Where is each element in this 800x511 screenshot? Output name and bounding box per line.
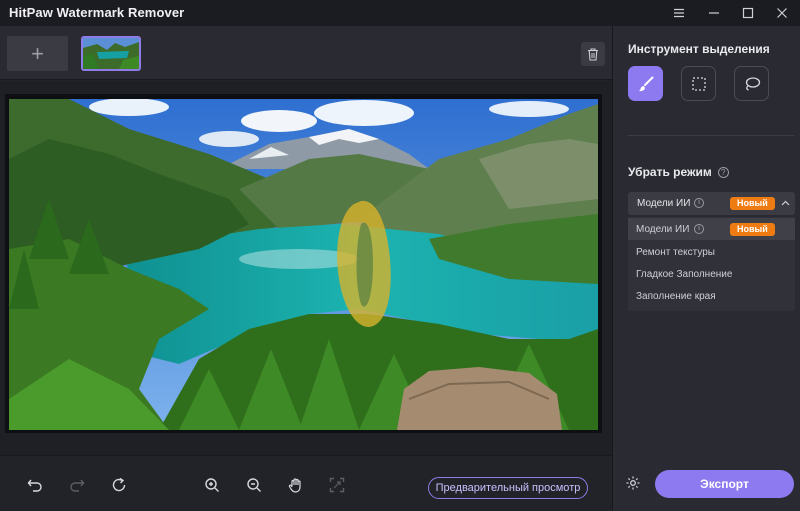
preview-button[interactable]: Предварительный просмотр xyxy=(428,477,588,499)
fit-icon[interactable] xyxy=(326,474,348,496)
undo-icon[interactable] xyxy=(24,474,46,496)
brush-tool-button[interactable] xyxy=(628,66,663,101)
app-window: HitPaw Watermark Remover + Предварительн… xyxy=(0,0,800,511)
workspace: + Предварительный просмотр xyxy=(0,26,612,511)
help-icon[interactable]: ? xyxy=(717,167,729,178)
editing-image[interactable] xyxy=(9,99,598,430)
mode-option-label: Гладкое Заполнение xyxy=(636,269,733,280)
selection-tool-title: Инструмент выделения xyxy=(628,42,770,56)
image-thumbnail[interactable] xyxy=(81,36,141,71)
settings-icon[interactable] xyxy=(623,473,643,493)
trash-icon xyxy=(588,47,598,61)
mode-option-label: Заполнение края xyxy=(636,291,716,302)
redo-icon[interactable] xyxy=(66,474,88,496)
info-icon[interactable]: i xyxy=(694,224,704,234)
delete-button[interactable] xyxy=(581,42,605,66)
image-frame xyxy=(5,94,602,433)
rectangle-select-icon xyxy=(691,76,706,91)
lasso-icon xyxy=(745,76,760,91)
rectangle-tool-button[interactable] xyxy=(681,66,716,101)
mode-option-label: Ремонт текстуры xyxy=(636,247,715,258)
new-badge: Новый xyxy=(730,197,775,210)
reset-icon[interactable] xyxy=(108,474,130,496)
menu-icon[interactable] xyxy=(668,3,690,23)
lasso-tool-button[interactable] xyxy=(734,66,769,101)
mode-option-edge-fill[interactable]: Заполнение края xyxy=(628,285,795,307)
new-badge: Новый xyxy=(730,223,775,236)
mode-option-ai-models[interactable]: Модели ИИ i Новый xyxy=(628,218,795,240)
title-bar: HitPaw Watermark Remover xyxy=(0,0,800,26)
remove-mode-title: Убрать режим? xyxy=(628,165,729,179)
brush-icon xyxy=(638,76,653,91)
thumbnail-bar: + xyxy=(0,26,612,80)
app-title: HitPaw Watermark Remover xyxy=(9,5,185,20)
panel-divider xyxy=(628,135,794,136)
settings-panel: Инструмент выделения Убрать режим? Модел… xyxy=(612,26,800,511)
mode-option-label: Модели ИИ xyxy=(636,224,690,235)
dropdown-selected-label: Модели ИИ xyxy=(637,198,691,209)
remove-mode-dropdown[interactable]: Модели ИИ i Новый xyxy=(628,192,795,215)
minimize-icon[interactable] xyxy=(703,3,725,23)
info-icon[interactable]: i xyxy=(694,198,704,208)
mode-option-smooth-fill[interactable]: Гладкое Заполнение xyxy=(628,263,795,285)
zoom-out-icon[interactable] xyxy=(243,474,265,496)
export-button[interactable]: Экспорт xyxy=(655,470,794,498)
zoom-in-icon[interactable] xyxy=(201,474,223,496)
add-image-button[interactable]: + xyxy=(7,36,68,71)
close-icon[interactable] xyxy=(771,3,793,23)
chevron-up-icon xyxy=(781,200,790,206)
canvas-area xyxy=(0,81,612,468)
hand-icon[interactable] xyxy=(285,474,307,496)
remove-mode-menu: Модели ИИ i Новый Ремонт текстуры Гладко… xyxy=(628,217,795,311)
plus-icon: + xyxy=(31,40,44,66)
mode-option-texture-repair[interactable]: Ремонт текстуры xyxy=(628,241,795,263)
bottom-toolbar: Предварительный просмотр xyxy=(0,455,612,511)
remove-mode-label: Убрать режим xyxy=(628,165,712,179)
maximize-icon[interactable] xyxy=(737,3,759,23)
